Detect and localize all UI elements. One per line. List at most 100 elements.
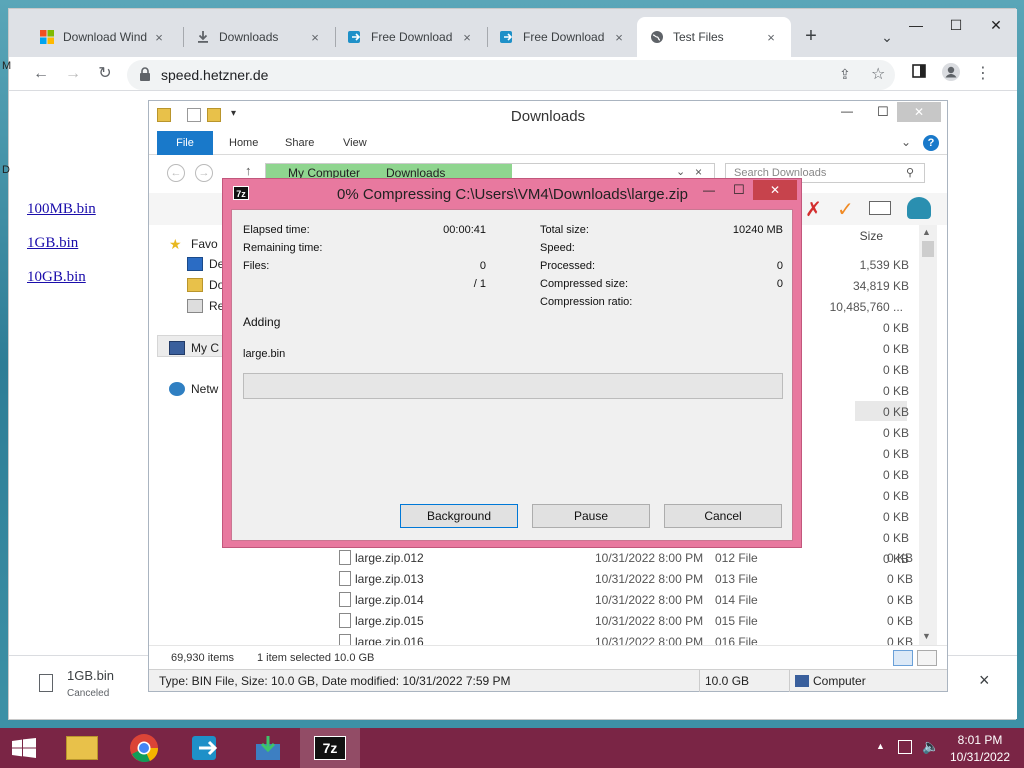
kebab-menu-icon[interactable]: ⋮ (971, 62, 995, 86)
network-icon[interactable] (898, 740, 912, 754)
file-row[interactable]: large.zip.013 10/31/2022 8:00 PM 013 Fil… (329, 569, 919, 590)
cancel-button[interactable]: Cancel (664, 504, 782, 528)
files-total-value: / 1 (473, 278, 486, 290)
scroll-thumb[interactable] (922, 241, 934, 257)
download-filename[interactable]: 1GB.bin (67, 668, 114, 683)
window-close-button[interactable]: ✕ (981, 13, 1011, 37)
file-name: large.zip.013 (355, 572, 424, 586)
shelf-close-icon[interactable]: × (979, 670, 990, 691)
tab-download-windows[interactable]: Download Wind × (27, 17, 179, 57)
taskbar-file-explorer[interactable] (52, 728, 112, 768)
ribbon-tab-file[interactable]: File (157, 131, 213, 155)
reload-icon[interactable]: ↻ (93, 62, 117, 86)
explorer-minimize-button[interactable]: — (841, 104, 853, 118)
side-panel-icon[interactable] (907, 62, 931, 86)
file-name: large.zip.016 (355, 635, 424, 645)
check-icon[interactable]: ✓ (837, 197, 854, 222)
dialog-minimize-button[interactable]: — (703, 183, 715, 197)
nav-item-network[interactable]: Netw (169, 380, 218, 398)
nav-item-downloads[interactable]: Do (187, 276, 224, 294)
display-icon[interactable] (869, 201, 891, 215)
start-button[interactable] (0, 728, 48, 768)
nav-item-my-computer[interactable]: My C (169, 339, 219, 357)
details-divider (699, 670, 700, 692)
help-icon[interactable]: ? (923, 135, 939, 151)
taskbar-app-logo[interactable] (176, 728, 236, 768)
explorer-maximize-button[interactable]: ☐ (877, 104, 889, 120)
bookmark-star-icon[interactable]: ☆ (871, 64, 885, 84)
tab-test-files[interactable]: Test Files × (637, 17, 791, 57)
nav-item-desktop[interactable]: De (187, 255, 224, 273)
ribbon-tab-view[interactable]: View (333, 131, 377, 155)
pause-button[interactable]: Pause (532, 504, 650, 528)
up-arrow-icon[interactable]: ↑ (245, 163, 252, 178)
nav-item-recent[interactable]: Re (187, 297, 224, 315)
processed-value: 0 (776, 260, 783, 272)
link-100mb[interactable]: 100MB.bin (27, 201, 96, 218)
file-row[interactable]: large.zip.015 10/31/2022 8:00 PM 015 Fil… (329, 611, 919, 632)
back-arrow-icon[interactable]: ← (29, 62, 53, 86)
details-text: Type: BIN File, Size: 10.0 GB, Date modi… (159, 674, 511, 688)
total-size-label: Total size: (540, 224, 589, 236)
clock-date[interactable]: 10/31/2022 (944, 750, 1016, 764)
explorer-close-button[interactable]: ✕ (897, 102, 941, 122)
tab-close-icon[interactable]: × (151, 30, 167, 45)
tab-close-icon[interactable]: × (763, 30, 779, 45)
dialog-close-button[interactable]: ✕ (753, 180, 797, 200)
back-arrow-icon[interactable]: ← (167, 164, 185, 182)
nav-item-favorites[interactable]: ★ Favo (169, 235, 218, 253)
tab-downloads[interactable]: Downloads × (183, 17, 335, 57)
clock-time[interactable]: 8:01 PM (944, 733, 1016, 747)
chevron-down-icon[interactable]: ⌄ (875, 25, 899, 49)
dialog-maximize-button[interactable]: ☐ (733, 182, 745, 198)
forward-arrow-icon[interactable]: → (195, 164, 213, 182)
ribbon-tab-share[interactable]: Share (275, 131, 324, 155)
tray-chevron-up-icon[interactable]: ▲ (876, 741, 885, 751)
computer-icon (795, 675, 809, 687)
forward-arrow-icon[interactable]: → (61, 62, 85, 86)
details-view-icon[interactable] (893, 650, 913, 666)
address-clear-icon[interactable]: × (695, 165, 702, 179)
tab-close-icon[interactable]: × (459, 30, 475, 45)
background-button[interactable]: Background (400, 504, 518, 528)
installer-icon (256, 736, 280, 760)
tab-free-download-2[interactable]: Free Download × (487, 17, 639, 57)
window-minimize-button[interactable]: — (901, 13, 931, 37)
delete-x-icon[interactable]: ✗ (805, 197, 822, 222)
share-icon[interactable]: ⇪ (839, 66, 851, 83)
scroll-down-icon[interactable]: ▼ (922, 631, 931, 641)
ribbon-tab-home[interactable]: Home (219, 131, 268, 155)
size-cell: 0 KB (882, 342, 909, 356)
app-logo-icon (499, 29, 515, 45)
taskbar-7zip[interactable]: 7z (300, 728, 360, 768)
computer-icon (169, 341, 185, 355)
tab-close-icon[interactable]: × (307, 30, 323, 45)
shell-icon[interactable] (907, 197, 931, 219)
column-header-size[interactable]: Size (860, 229, 883, 243)
tab-close-icon[interactable]: × (611, 30, 627, 45)
file-row[interactable]: large.zip.014 10/31/2022 8:00 PM 014 Fil… (329, 590, 919, 611)
scroll-up-icon[interactable]: ▲ (922, 227, 931, 237)
search-icon: ⚲ (906, 167, 915, 179)
edge-letter: D (2, 164, 10, 176)
profile-avatar-icon[interactable] (939, 62, 963, 86)
tab-free-download-1[interactable]: Free Download × (335, 17, 487, 57)
vertical-scrollbar[interactable]: ▲ ▼ (919, 225, 937, 645)
taskbar-installer[interactable] (238, 728, 298, 768)
taskbar-chrome[interactable] (114, 728, 174, 768)
window-maximize-button[interactable]: ☐ (941, 13, 971, 37)
file-row[interactable]: large.zip.012 10/31/2022 8:00 PM 012 Fil… (329, 548, 919, 569)
volume-icon[interactable]: 🔈 (922, 738, 939, 755)
new-tab-button[interactable]: + (799, 25, 823, 49)
size-cell: 0 KB (882, 363, 909, 377)
chevron-down-icon[interactable]: ⌄ (676, 165, 685, 178)
file-row[interactable]: large.zip.016 10/31/2022 8:00 PM 016 Fil… (329, 632, 919, 645)
address-bar[interactable]: speed.hetzner.de ⇪ ☆ (127, 60, 895, 90)
link-10gb[interactable]: 10GB.bin (27, 269, 86, 286)
thumbnail-view-icon[interactable] (917, 650, 937, 666)
tab-title: Free Download (523, 30, 605, 44)
7zip-icon: 7z (233, 186, 249, 200)
link-1gb[interactable]: 1GB.bin (27, 235, 78, 252)
file-size: 0 KB (886, 551, 913, 565)
chevron-down-icon[interactable]: ⌄ (901, 135, 911, 149)
